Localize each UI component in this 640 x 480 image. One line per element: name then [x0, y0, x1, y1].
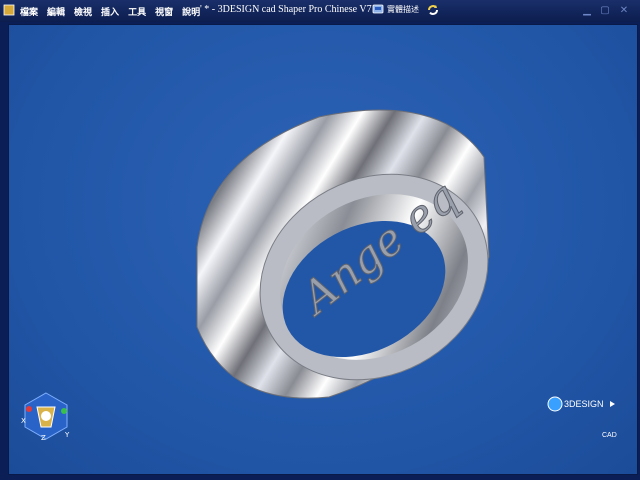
logo-text: 3DESIGN	[564, 399, 604, 409]
menu-item-tools[interactable]: 工具	[128, 5, 146, 18]
menu-item-view[interactable]: 檢視	[74, 5, 92, 18]
window-title: ' * - 3DESIGN cad Shaper Pro Chinese V7	[200, 4, 372, 15]
app-icon[interactable]	[3, 4, 15, 16]
axis-x-label: X	[21, 417, 26, 425]
model-info-icon	[372, 4, 384, 14]
axis-y-label: Y	[64, 431, 70, 439]
menu-item-window[interactable]: 視窗	[155, 5, 173, 18]
refresh-icon[interactable]	[426, 3, 440, 17]
axis-z-label: Z	[41, 434, 46, 441]
menu-bar: 檔案 編輯 檢視 插入 工具 視窗 說明	[20, 0, 209, 22]
menu-item-help[interactable]: 說明	[182, 5, 200, 18]
3design-logo: 3DESIGN	[547, 396, 615, 412]
ring-3d-model[interactable]: Ange eq	[189, 97, 499, 407]
axis-orientation-widget[interactable]: X Y Z	[21, 391, 71, 441]
model-info-label: 實體描述	[387, 4, 419, 14]
close-icon[interactable]: ✕	[617, 4, 631, 17]
menu-item-insert[interactable]: 插入	[101, 5, 119, 18]
model-info-button[interactable]: 實體描述	[372, 3, 419, 15]
logo-subtext: CAD	[602, 432, 617, 439]
menu-item-file[interactable]: 檔案	[20, 5, 38, 18]
minimize-icon[interactable]: ▁	[580, 4, 594, 17]
title-bar: 檔案 編輯 檢視 插入 工具 視窗 說明 ' * - 3DESIGN cad S…	[0, 0, 640, 22]
maximize-icon[interactable]: ▢	[598, 4, 612, 17]
menu-item-edit[interactable]: 編輯	[47, 5, 65, 18]
